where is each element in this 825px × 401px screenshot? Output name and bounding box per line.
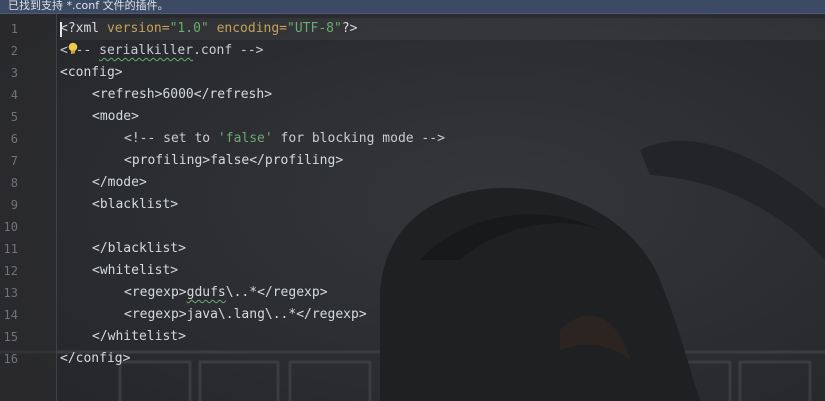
line-number: 11 <box>3 242 18 256</box>
code-token: gdufs <box>186 285 226 300</box>
code-line[interactable]: </whitelist> <box>60 326 186 348</box>
code-token: </regexp> <box>296 307 367 322</box>
code-line[interactable]: <regexp>gdufs\..*</regexp> <box>60 282 328 304</box>
code-token: ?> <box>341 21 358 36</box>
code-token: </mode> <box>92 175 147 190</box>
code-token: 'false' <box>217 131 273 146</box>
line-number: 15 <box>3 330 18 344</box>
code-token: <?xml <box>60 21 107 36</box>
code-token: version= <box>106 21 170 36</box>
code-line[interactable]: </mode> <box>60 172 147 194</box>
line-number: 8 <box>10 176 18 190</box>
code-line[interactable]: <!-- serialkiller.conf --> <box>60 40 264 62</box>
code-token: <regexp> <box>124 285 187 300</box>
line-number: 16 <box>3 352 18 366</box>
code-line[interactable]: </config> <box>60 348 130 370</box>
code-line[interactable]: <refresh>6000</refresh> <box>60 84 272 106</box>
code-token: <whitelist> <box>92 263 179 278</box>
line-number: 10 <box>3 220 18 234</box>
banner-text: 已找到支持 *.conf 文件的插件。 <box>8 0 169 12</box>
code-token: \..* <box>225 285 258 300</box>
code-token: <refresh> <box>92 87 163 102</box>
code-token: <config> <box>60 65 123 80</box>
code-token: </regexp> <box>257 285 328 300</box>
code-token: for blocking mode --> <box>272 131 445 146</box>
lightbulb-icon[interactable] <box>68 42 78 55</box>
text-cursor <box>60 22 62 37</box>
code-token: encoding= <box>216 21 288 36</box>
line-number: 13 <box>3 286 18 300</box>
code-editor[interactable]: <?xml version="1.0" encoding="UTF-8"?> <!… <box>60 14 825 401</box>
code-line[interactable]: <?xml version="1.0" encoding="UTF-8"?> <box>60 18 825 40</box>
plugin-notification-banner[interactable]: 已找到支持 *.conf 文件的插件。 <box>0 0 825 14</box>
line-number: 7 <box>10 154 18 168</box>
line-number: 3 <box>10 66 18 80</box>
line-number: 14 <box>3 308 18 322</box>
code-token: </whitelist> <box>92 329 186 344</box>
code-token: java\.lang\..* <box>186 307 297 322</box>
line-number: 6 <box>10 132 18 146</box>
code-line[interactable]: </blacklist> <box>60 238 186 260</box>
code-line[interactable]: <mode> <box>60 106 139 128</box>
code-token: "UTF-8" <box>287 21 342 36</box>
line-number: 4 <box>10 88 18 102</box>
line-number: 5 <box>10 110 18 124</box>
code-line[interactable]: <whitelist> <box>60 260 178 282</box>
line-number: 2 <box>10 44 18 58</box>
code-token: <regexp> <box>124 307 187 322</box>
code-token: </profiling> <box>249 153 344 168</box>
code-token: "1.0" <box>169 21 209 36</box>
code-token: <mode> <box>92 109 139 124</box>
code-token: serialkiller <box>99 43 194 58</box>
code-token: false <box>210 153 250 168</box>
code-token: </refresh> <box>193 87 273 102</box>
code-token: <blacklist> <box>92 197 179 212</box>
code-token: .conf --> <box>193 43 264 58</box>
code-token: </blacklist> <box>92 241 186 256</box>
line-number: 1 <box>10 22 18 36</box>
code-token: <profiling> <box>124 153 211 168</box>
line-number: 9 <box>10 198 18 212</box>
code-line[interactable]: <!-- set to 'false' for blocking mode --… <box>60 128 445 150</box>
line-number: 12 <box>3 264 18 278</box>
code-token: <!-- <box>60 43 100 58</box>
code-token: <!-- set to <box>124 131 218 146</box>
code-line[interactable]: <profiling>false</profiling> <box>60 150 343 172</box>
code-token: </config> <box>60 351 131 366</box>
line-number-gutter: 1 2 3 4 5 6 7 8 9 10 11 12 13 14 15 16 <box>0 14 57 401</box>
code-line[interactable]: <regexp>java\.lang\..*</regexp> <box>60 304 367 326</box>
code-token: 6000 <box>162 87 194 102</box>
code-line[interactable]: <blacklist> <box>60 194 178 216</box>
code-line[interactable]: <config> <box>60 62 123 84</box>
